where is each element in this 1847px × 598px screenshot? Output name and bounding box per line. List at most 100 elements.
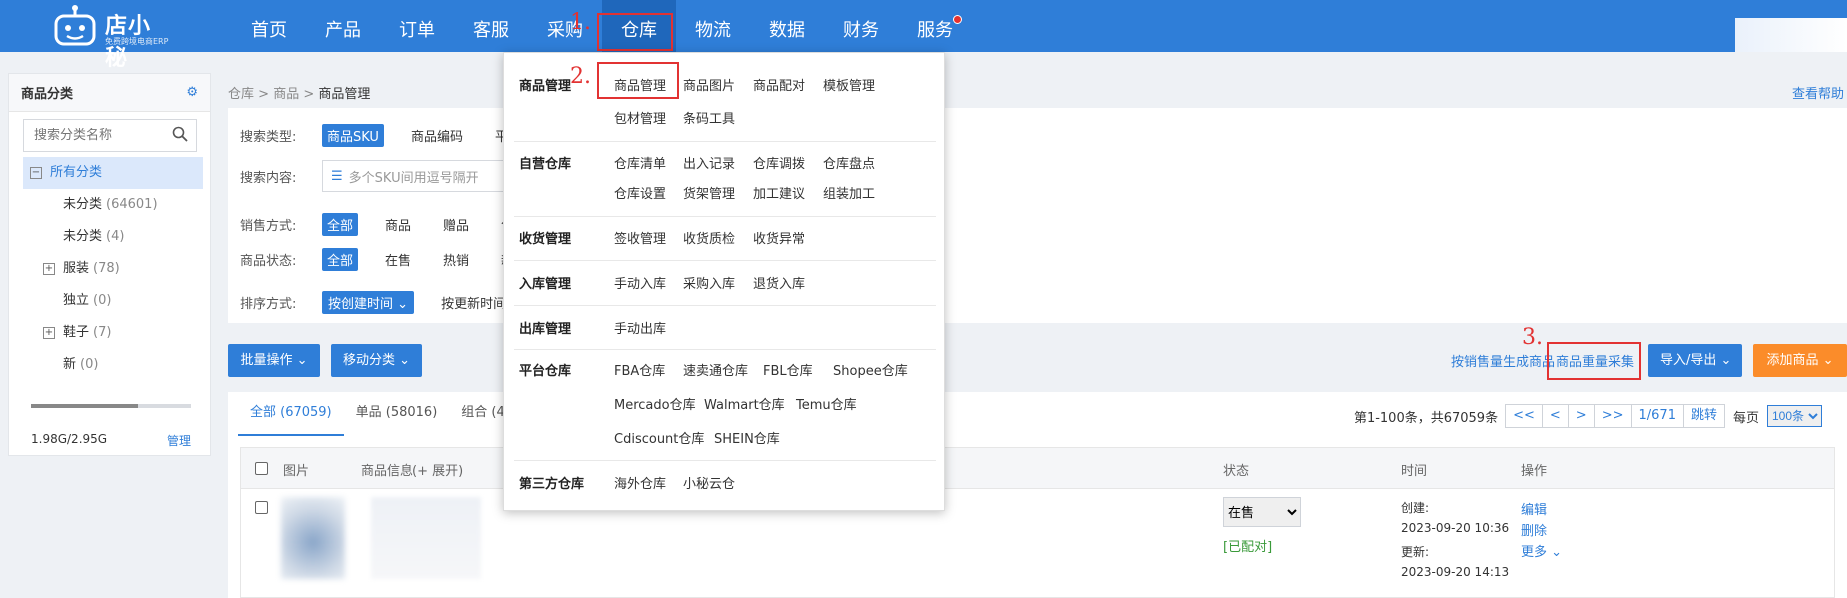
add-product-button[interactable]: 添加商品 ⌄ [1753,344,1847,377]
tree-label: 独立 [63,293,90,308]
breadcrumb-warehouse[interactable]: 仓库 [228,87,254,102]
menu-item-warehouse-list[interactable]: 仓库清单 [614,153,666,172]
menu-item-shein[interactable]: SHEIN仓库 [714,428,780,447]
first-page-button[interactable]: << [1505,404,1543,428]
logo[interactable]: 店小秘 免费跨境电商ERP [50,4,170,71]
sort-updated[interactable]: 按更新时间 [436,291,511,314]
gear-icon[interactable]: ⚙ [186,85,198,100]
tab-single[interactable]: 单品 (58016) [344,392,450,436]
menu-item-return-inbound[interactable]: 退货入库 [753,273,805,292]
menu-item-sign[interactable]: 签收管理 [614,228,666,247]
menu-item-packaging[interactable]: 包材管理 [614,108,666,127]
menu-item-walmart[interactable]: Walmart仓库 [704,394,785,413]
tree-item[interactable]: + 鞋子 (7) [23,317,203,349]
menu-item-warehouse-settings[interactable]: 仓库设置 [614,183,666,202]
menu-item-purchase-inbound[interactable]: 采购入库 [683,273,735,292]
menu-item-stocktake[interactable]: 仓库盘点 [823,153,875,172]
status-hot[interactable]: 热销 [438,248,474,271]
help-link[interactable]: 查看帮助 [1792,83,1844,102]
next-page-button[interactable]: > [1567,404,1595,428]
category-search-input[interactable] [34,128,164,143]
breadcrumb-product[interactable]: 商品 [273,87,299,102]
move-category-button[interactable]: 移动分类 ⌄ [331,344,422,377]
menu-item-qc[interactable]: 收货质检 [683,228,735,247]
menu-item-inout-records[interactable]: 出入记录 [683,153,735,172]
sort-created-dropdown[interactable]: 按创建时间 ⌄ [322,291,415,314]
tree-count: (4) [106,229,125,244]
nav-product[interactable]: 产品 [306,0,380,52]
collapse-icon[interactable]: − [30,167,42,179]
menu-item-manual-inbound[interactable]: 手动入库 [614,273,666,292]
nav-service[interactable]: 客服 [454,0,528,52]
last-page-button[interactable]: >> [1593,404,1632,428]
tree-item[interactable]: 未分类 (4) [23,221,203,253]
import-export-button[interactable]: 导入/导出 ⌄ [1648,344,1742,377]
category-sidebar: 商品分类 ⚙ −所有分类 未分类(64601) 未分类(4) +服装(78) 独… [8,73,211,456]
nav-data[interactable]: 数据 [750,0,824,52]
menu-item-receive-exception[interactable]: 收货异常 [753,228,805,247]
manage-link[interactable]: 管理 [167,432,191,449]
menu-item-fba[interactable]: FBA仓库 [614,360,665,379]
updated-label: 更新: [1401,545,1430,559]
sale-product[interactable]: 商品 [380,213,416,236]
tree-item[interactable]: 未分类 (64601) [23,189,203,221]
menu-item-barcode[interactable]: 条码工具 [683,108,735,127]
product-tabs: 全部 (67059) 单品 (58016) 组合 (411 [238,392,533,436]
row-checkbox[interactable] [255,501,268,514]
search-type-code[interactable]: 商品编码 [406,124,468,147]
expand-icon[interactable]: + [43,327,55,339]
menu-item-assembly[interactable]: 组装加工 [823,183,875,202]
nav-home[interactable]: 首页 [232,0,306,52]
status-onsale[interactable]: 在售 [380,248,416,271]
select-all-checkbox[interactable] [255,462,268,475]
menu-item-fbl[interactable]: FBL仓库 [763,360,813,379]
menu-item-cdiscount[interactable]: Cdiscount仓库 [614,428,704,447]
nav-finance[interactable]: 财务 [824,0,898,52]
menu-item-product-images[interactable]: 商品图片 [683,75,735,94]
step2-highlight [597,62,679,99]
menu-item-product-pairing[interactable]: 商品配对 [753,75,805,94]
menu-item-cloud-warehouse[interactable]: 小秘云仓 [683,473,735,492]
expand-link[interactable]: (+ 展开) [412,460,463,479]
more-link[interactable]: 更多 ⌄ [1521,541,1562,560]
menu-item-template[interactable]: 模板管理 [823,75,875,94]
search-icon[interactable] [172,126,188,142]
prev-page-button[interactable]: < [1541,404,1569,428]
status-all[interactable]: 全部 [322,248,359,271]
search-content-input[interactable]: ☰ 多个SKU间用逗号隔开 [322,160,512,192]
sale-all[interactable]: 全部 [322,213,359,236]
menu-item-temu[interactable]: Temu仓库 [796,394,857,413]
generate-by-sales-link[interactable]: 按销售量生成商品 [1451,351,1555,370]
menu-item-mercado[interactable]: Mercado仓库 [614,394,696,413]
status-select[interactable]: 在售 [1223,497,1301,527]
menu-item-transfer[interactable]: 仓库调拨 [753,153,805,172]
tree-item[interactable]: + 服装 (78) [23,253,203,285]
nav-services[interactable]: 服务 [898,0,972,52]
tree-item-all[interactable]: − 所有分类 [23,157,203,189]
page-indicator[interactable]: 1/671 [1630,404,1684,428]
menu-item-shelf[interactable]: 货架管理 [683,183,735,202]
user-avatar-area[interactable] [1735,18,1847,52]
tab-all[interactable]: 全部 (67059) [238,392,344,436]
nav-logistics[interactable]: 物流 [676,0,750,52]
tree-count: (7) [93,325,112,340]
menu-item-processing-advice[interactable]: 加工建议 [753,183,805,202]
search-type-sku[interactable]: 商品SKU [322,124,384,147]
menu-item-manual-outbound[interactable]: 手动出库 [614,318,666,337]
menu-item-shopee[interactable]: Shopee仓库 [833,360,908,379]
tree-item[interactable]: 新 (0) [23,349,203,381]
delete-link[interactable]: 删除 [1521,520,1547,539]
edit-link[interactable]: 编辑 [1521,499,1547,518]
expand-icon[interactable]: + [43,263,55,275]
nav-order[interactable]: 订单 [380,0,454,52]
sale-gift[interactable]: 赠品 [438,213,474,236]
menu-item-aliexpress[interactable]: 速卖通仓库 [683,360,748,379]
tree-label: 鞋子 [63,325,90,340]
batch-action-button[interactable]: 批量操作 ⌄ [228,344,320,377]
menu-item-overseas[interactable]: 海外仓库 [614,473,666,492]
jump-button[interactable]: 跳转 [1682,404,1725,428]
tree-item[interactable]: 独立 (0) [23,285,203,317]
product-image[interactable] [281,497,345,579]
per-page-select[interactable]: 100条 [1767,405,1822,427]
more-label: 更多 [1521,545,1548,560]
